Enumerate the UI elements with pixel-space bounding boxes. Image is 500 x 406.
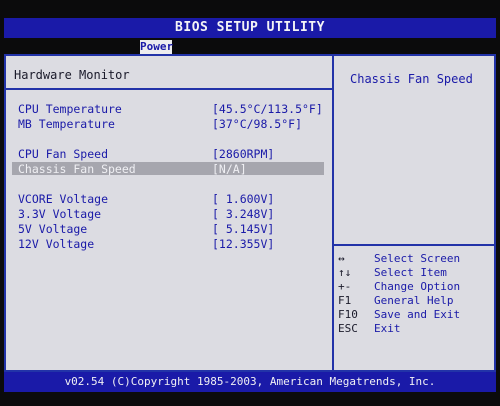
cpu-temperature-value: [45.5°C/113.5°F] — [212, 102, 323, 116]
vcore-voltage-value: [ 1.600V] — [212, 192, 275, 206]
app-title: BIOS SETUP UTILITY — [175, 20, 325, 35]
f1-key: F1 — [338, 294, 352, 307]
save-exit-label: Save and Exit — [374, 308, 461, 321]
12v-voltage-label: 12V Voltage — [18, 237, 95, 251]
chassis-fan-speed-value: [N/A] — [212, 162, 247, 176]
help-divider — [334, 244, 494, 246]
select-screen-label: Select Screen — [374, 252, 461, 265]
footer-bar: v02.54 (C)Copyright 1985-2003, American … — [4, 372, 496, 392]
3v3-voltage-value: [ 3.248V] — [212, 207, 275, 221]
esc-key: ESC — [338, 322, 358, 335]
chassis-fan-speed-label[interactable]: Chassis Fan Speed — [18, 162, 136, 176]
tab-power[interactable]: Power — [140, 40, 173, 54]
5v-voltage-value: [ 5.145V] — [212, 222, 275, 236]
settings-pane: Hardware Monitor CPU Temperature [45.5°C… — [6, 56, 334, 370]
change-option-label: Change Option — [374, 280, 461, 293]
bios-screen: BIOS SETUP UTILITY Power Hardware Monito… — [0, 0, 500, 406]
main-panel: Hardware Monitor CPU Temperature [45.5°C… — [4, 54, 496, 372]
f10-key: F10 — [338, 308, 358, 321]
title-bar: BIOS SETUP UTILITY — [4, 18, 496, 38]
section-divider — [6, 88, 332, 90]
12v-voltage-value: [12.355V] — [212, 237, 275, 251]
exit-label: Exit — [374, 322, 401, 335]
arrows-lr-key: ↔ — [338, 252, 345, 265]
help-title: Chassis Fan Speed — [350, 72, 473, 86]
plus-minus-key: +- — [338, 280, 352, 293]
arrows-ud-key: ↑↓ — [338, 266, 352, 279]
vcore-voltage-label: VCORE Voltage — [18, 192, 109, 206]
cpu-fan-speed-label: CPU Fan Speed — [18, 147, 109, 161]
mb-temperature-value: [37°C/98.5°F] — [212, 117, 303, 131]
cpu-temperature-label: CPU Temperature — [18, 102, 122, 116]
copyright-text: v02.54 (C)Copyright 1985-2003, American … — [64, 375, 436, 388]
5v-voltage-label: 5V Voltage — [18, 222, 88, 236]
cpu-fan-speed-value: [2860RPM] — [212, 147, 275, 161]
help-pane: Chassis Fan Speed ↔ Select Screen ↑↓ Sel… — [334, 56, 494, 370]
select-item-label: Select Item — [374, 266, 447, 279]
section-title: Hardware Monitor — [14, 68, 130, 82]
mb-temperature-label: MB Temperature — [18, 117, 115, 131]
general-help-label: General Help — [374, 294, 454, 307]
3v3-voltage-label: 3.3V Voltage — [18, 207, 102, 221]
